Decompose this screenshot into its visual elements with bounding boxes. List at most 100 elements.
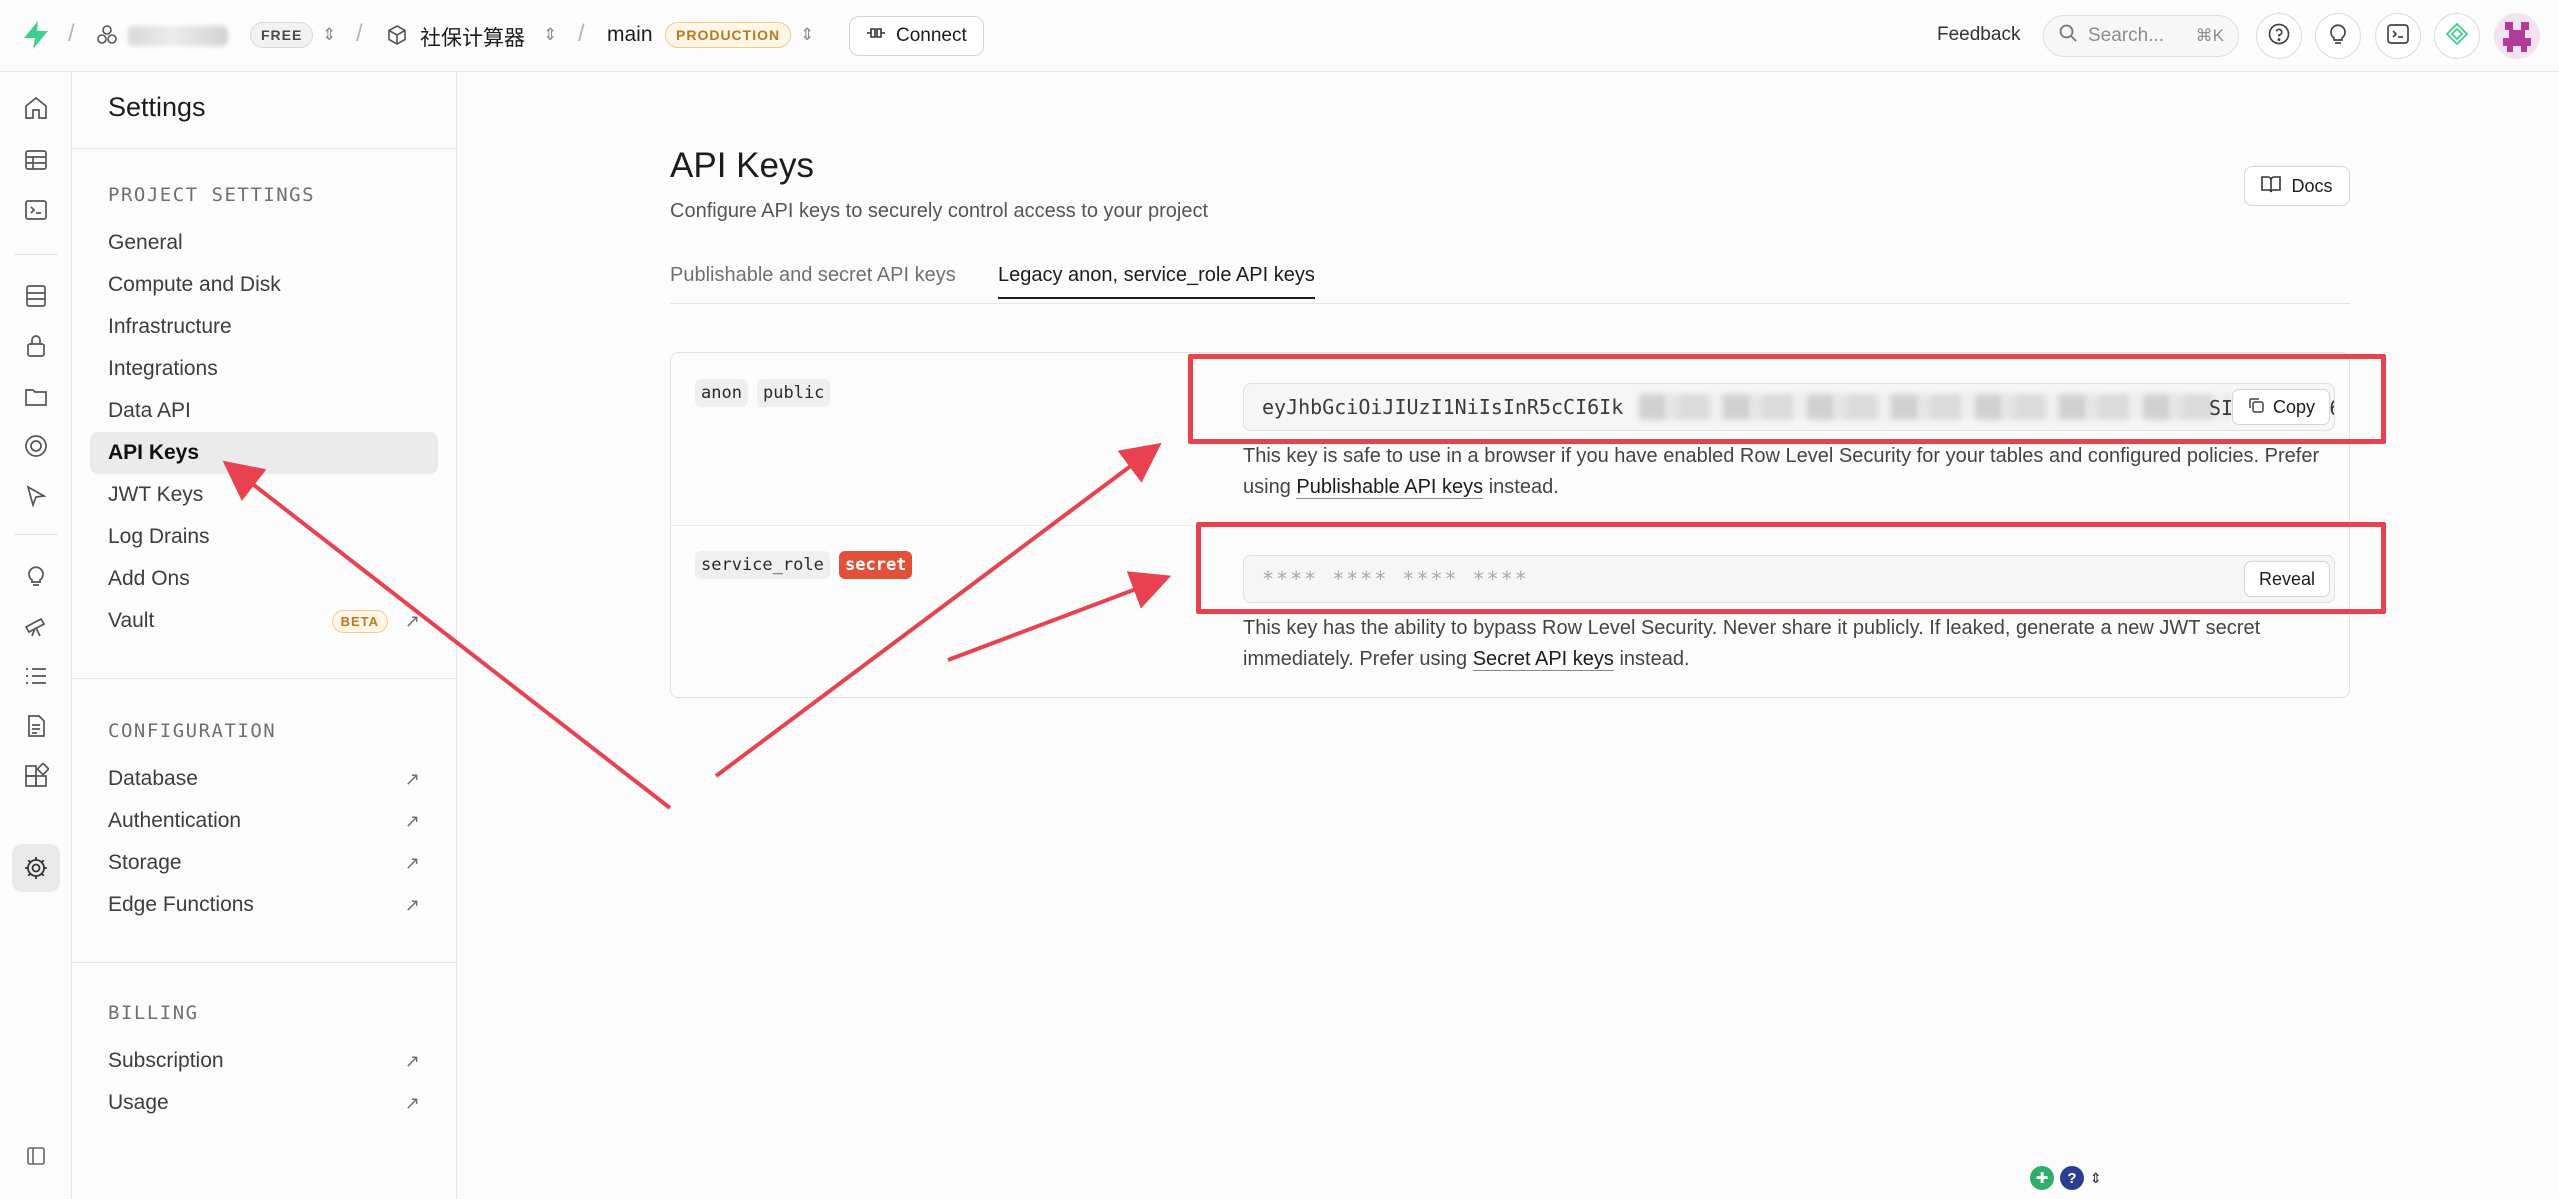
org-icon	[96, 24, 118, 46]
sidebar-item-api-keys[interactable]: API Keys	[90, 432, 438, 474]
page-title: API Keys	[670, 146, 814, 185]
external-link-arrow-icon: ↗	[404, 610, 420, 631]
help-widget-icon[interactable]: ?	[2060, 1166, 2084, 1190]
storage-icon[interactable]	[12, 372, 60, 420]
lightbulb-icon	[2327, 22, 2349, 51]
breadcrumb-separator: /	[68, 20, 75, 47]
home-icon[interactable]	[12, 84, 60, 132]
connect-label: Connect	[896, 25, 967, 46]
assistant-button[interactable]	[2434, 13, 2480, 59]
service-note-suffix: instead.	[1613, 648, 1690, 670]
external-link-arrow-icon: ↗	[404, 852, 420, 873]
sidebar-item-add-ons[interactable]: Add Ons	[90, 558, 438, 600]
integrations-icon[interactable]	[12, 752, 60, 800]
sidebar-item-usage[interactable]: Usage ↗	[90, 1082, 438, 1124]
search-shortcut: ⌘K	[2195, 26, 2224, 45]
tab-publishable-and-secret-keys[interactable]: Publishable and secret API keys	[670, 264, 956, 297]
plug-icon	[866, 25, 886, 47]
supabase-logo-icon[interactable]	[22, 20, 50, 50]
external-link-arrow-icon: ↗	[404, 810, 420, 831]
sidebar-item-label: Subscription	[108, 1049, 224, 1072]
sidebar-item-label: Edge Functions	[108, 893, 254, 916]
org-name-redacted[interactable]	[128, 26, 228, 46]
org-plan-badge: FREE	[250, 22, 314, 48]
tabs-divider	[670, 303, 2350, 304]
assistant-diamond-icon	[2445, 22, 2469, 51]
service-role-key-note: This key has the ability to bypass Row L…	[1243, 613, 2323, 675]
tips-button[interactable]	[2315, 13, 2361, 59]
annotation-box-service-role-key	[1196, 522, 2386, 614]
sidebar-item-log-drains[interactable]: Log Drains	[90, 516, 438, 558]
secret-keys-link[interactable]: Secret API keys	[1472, 648, 1614, 671]
main-content: API Keys Configure API keys to securely …	[458, 72, 2559, 1199]
reports-telescope-icon[interactable]	[12, 602, 60, 650]
sidebar-item-label: Vault	[108, 609, 155, 632]
api-docs-icon[interactable]	[12, 702, 60, 750]
search-placeholder: Search...	[2088, 25, 2165, 46]
docs-button[interactable]: Docs	[2244, 166, 2350, 206]
sidebar-item-label: Storage	[108, 851, 182, 874]
page-description: Configure API keys to securely control a…	[670, 200, 1209, 222]
icon-rail	[0, 72, 72, 1199]
sidebar-item-vault[interactable]: Vault BETA ↗	[90, 600, 438, 642]
sidebar-item-authentication[interactable]: Authentication ↗	[90, 800, 438, 842]
docs-label: Docs	[2291, 175, 2333, 196]
sidebar-item-compute-and-disk[interactable]: Compute and Disk	[90, 264, 438, 306]
collapse-sidebar-icon[interactable]	[12, 1132, 60, 1180]
project-name[interactable]: 社保计算器	[420, 22, 525, 52]
sidebar-item-edge-functions[interactable]: Edge Functions ↗	[90, 884, 438, 926]
search-button[interactable]: Search... ⌘K	[2043, 15, 2239, 57]
user-avatar[interactable]	[2494, 13, 2540, 59]
sidebar-item-database[interactable]: Database ↗	[90, 758, 438, 800]
service-role-tag: service_role	[695, 551, 830, 579]
top-bar: / FREE ⇕ / 社保计算器 ⇕ / main PRODUCTION ⇕ C…	[0, 0, 2559, 72]
secret-tag: secret	[839, 551, 913, 579]
project-switcher-chevron-icon[interactable]: ⇕	[543, 26, 557, 43]
external-link-arrow-icon: ↗	[404, 1092, 420, 1113]
sidebar-item-integrations[interactable]: Integrations	[90, 348, 438, 390]
sidebar-item-jwt-keys[interactable]: JWT Keys	[90, 474, 438, 516]
realtime-icon[interactable]	[12, 472, 60, 520]
service-note-text: This key has the ability to bypass Row L…	[1243, 617, 2261, 670]
authentication-icon[interactable]	[12, 322, 60, 370]
sidebar-item-general[interactable]: General	[90, 222, 438, 264]
environment-badge: PRODUCTION	[665, 22, 792, 48]
sidebar-item-subscription[interactable]: Subscription ↗	[90, 1040, 438, 1082]
database-icon[interactable]	[12, 272, 60, 320]
terminal-icon	[2386, 23, 2410, 50]
floating-widgets: ✚ ? ⇕	[2030, 1166, 2102, 1190]
section-title-project-settings: PROJECT SETTINGS	[108, 184, 316, 206]
sidebar-divider	[72, 678, 457, 679]
logs-list-icon[interactable]	[12, 652, 60, 700]
table-editor-icon[interactable]	[12, 136, 60, 184]
project-cube-icon	[386, 24, 408, 46]
search-icon	[2058, 23, 2078, 49]
widget-expand-icon[interactable]: ⇕	[2090, 1170, 2102, 1187]
edge-functions-icon[interactable]	[12, 422, 60, 470]
connect-button[interactable]: Connect	[849, 16, 984, 56]
breadcrumb-separator: /	[578, 20, 585, 47]
sql-terminal-button[interactable]	[2375, 13, 2421, 59]
sidebar-item-infrastructure[interactable]: Infrastructure	[90, 306, 438, 348]
section-title-configuration: CONFIGURATION	[108, 720, 277, 742]
rail-divider	[14, 254, 58, 255]
branch-switcher-chevron-icon[interactable]: ⇕	[800, 26, 814, 43]
annotation-box-anon-key	[1188, 354, 2386, 444]
project-settings-gear-icon[interactable]	[12, 844, 60, 892]
advisors-icon[interactable]	[12, 552, 60, 600]
branch-name[interactable]: main	[607, 23, 653, 47]
sidebar-item-data-api[interactable]: Data API	[90, 390, 438, 432]
sidebar-item-storage[interactable]: Storage ↗	[90, 842, 438, 884]
book-icon	[2261, 175, 2282, 198]
sidebar-header-divider	[72, 148, 457, 149]
org-switcher-chevron-icon[interactable]: ⇕	[322, 26, 336, 43]
feedback-button[interactable]: Feedback	[1937, 24, 2020, 46]
external-link-arrow-icon: ↗	[404, 768, 420, 789]
sql-editor-icon[interactable]	[12, 186, 60, 234]
section-title-billing: BILLING	[108, 1002, 199, 1024]
tab-legacy-keys[interactable]: Legacy anon, service_role API keys	[998, 264, 1315, 299]
extension-widget-icon[interactable]: ✚	[2030, 1166, 2054, 1190]
sidebar-divider	[72, 962, 457, 963]
publishable-keys-link[interactable]: Publishable API keys	[1296, 476, 1484, 499]
help-button[interactable]	[2256, 13, 2302, 59]
